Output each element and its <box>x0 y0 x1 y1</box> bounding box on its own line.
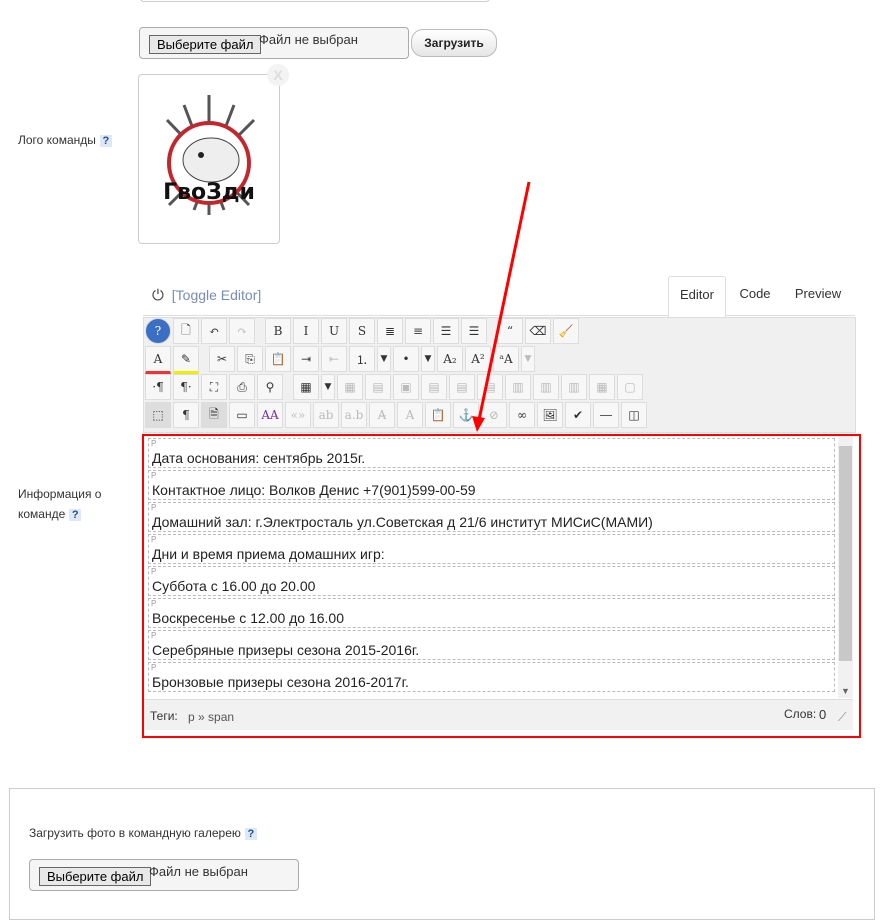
gallery-label: Загрузить фото в командную галерею <box>29 826 241 840</box>
annotation-arrow <box>472 181 531 432</box>
gallery-file-input[interactable]: Выберите файл Файл не выбран <box>29 859 299 891</box>
info-label-line1: Информация о <box>18 487 102 501</box>
help-icon[interactable]: ? <box>69 508 82 521</box>
info-label-line2: команде <box>18 507 66 521</box>
help-icon[interactable]: ? <box>244 827 257 840</box>
no-file-text: Файл не выбран <box>149 864 248 879</box>
gallery-section: Загрузить фото в командную галерею? Выбе… <box>9 788 875 920</box>
info-label: Информация о команде? <box>18 484 101 524</box>
choose-file-button[interactable]: Выберите файл <box>39 867 152 886</box>
